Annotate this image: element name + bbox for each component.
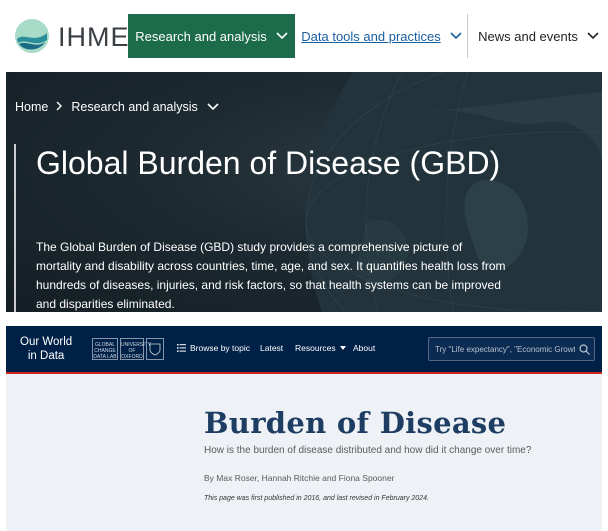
menu-about-label: About <box>353 343 376 353</box>
breadcrumb-home-link[interactable]: Home <box>15 100 48 114</box>
header-accent-line <box>6 372 602 374</box>
ihme-header: IHME Research and analysis Data tools an… <box>0 0 608 72</box>
caret-down-icon <box>339 346 346 350</box>
page-description: The Global Burden of Disease (GBD) study… <box>36 240 506 311</box>
page-title: Global Burden of Disease (GBD) <box>36 145 501 181</box>
menu-latest-label: Latest <box>260 343 284 353</box>
partner-logo-gcdl[interactable]: GLOBAL CHANGE DATA LAB <box>92 338 118 360</box>
article-byline: By Max Roser, Hannah Ritchie and Fiona S… <box>204 473 395 483</box>
chevron-down-icon <box>450 32 462 40</box>
chevron-right-icon <box>56 100 63 114</box>
ihme-logo-icon[interactable] <box>14 18 50 54</box>
nav-news-label: News and events <box>478 28 578 44</box>
nav-data-tools-label: Data tools and practices <box>301 28 441 44</box>
nav-news-and-events[interactable]: News and events <box>469 14 608 58</box>
ihme-hero: Home Research and analysis Global Burden… <box>6 72 602 312</box>
partner-logo-oxford[interactable]: UNIVERSITY OF OXFORD <box>120 338 151 360</box>
article-publication-note: This page was first published in 2016, a… <box>204 495 429 502</box>
breadcrumb: Home Research and analysis <box>15 100 219 114</box>
ihme-logo-text[interactable]: IHME <box>58 22 130 53</box>
owid-page: Our World in Data GLOBAL CHANGE DATA LAB… <box>6 326 602 531</box>
menu-resources-label: Resources <box>295 343 336 353</box>
search-icon[interactable] <box>579 344 590 355</box>
breadcrumb-research-link[interactable]: Research and analysis <box>71 100 197 114</box>
partner-logo-gcdl-text: GLOBAL CHANGE DATA LAB <box>93 342 117 360</box>
menu-latest[interactable]: Latest <box>260 343 283 353</box>
owid-logo[interactable]: Our World in Data <box>20 335 72 363</box>
nav-research-and-analysis[interactable]: Research and analysis <box>128 14 295 58</box>
menu-about[interactable]: About <box>353 343 375 353</box>
owid-logo-line1: Our World <box>20 336 73 348</box>
search-input[interactable] <box>435 342 575 357</box>
nav-research-label: Research and analysis <box>135 28 267 44</box>
article-subtitle: How is the burden of disease distributed… <box>204 445 532 456</box>
hero-accent-bar <box>14 144 16 312</box>
search-box[interactable] <box>428 337 595 361</box>
list-icon <box>177 344 186 352</box>
owid-header: Our World in Data GLOBAL CHANGE DATA LAB… <box>6 326 602 372</box>
chevron-down-icon <box>276 32 288 40</box>
partner-crest-icon[interactable] <box>146 338 164 360</box>
chevron-down-icon[interactable] <box>207 103 219 111</box>
menu-browse-label: Browse by topic <box>190 343 250 353</box>
article-title: Burden of Disease <box>204 406 507 440</box>
nav-data-tools-and-practices[interactable]: Data tools and practices <box>296 14 468 58</box>
owid-logo-line2: in Data <box>27 350 65 362</box>
menu-resources[interactable]: Resources <box>295 343 346 353</box>
chevron-down-icon <box>587 32 599 40</box>
menu-browse-by-topic[interactable]: Browse by topic <box>177 343 250 353</box>
